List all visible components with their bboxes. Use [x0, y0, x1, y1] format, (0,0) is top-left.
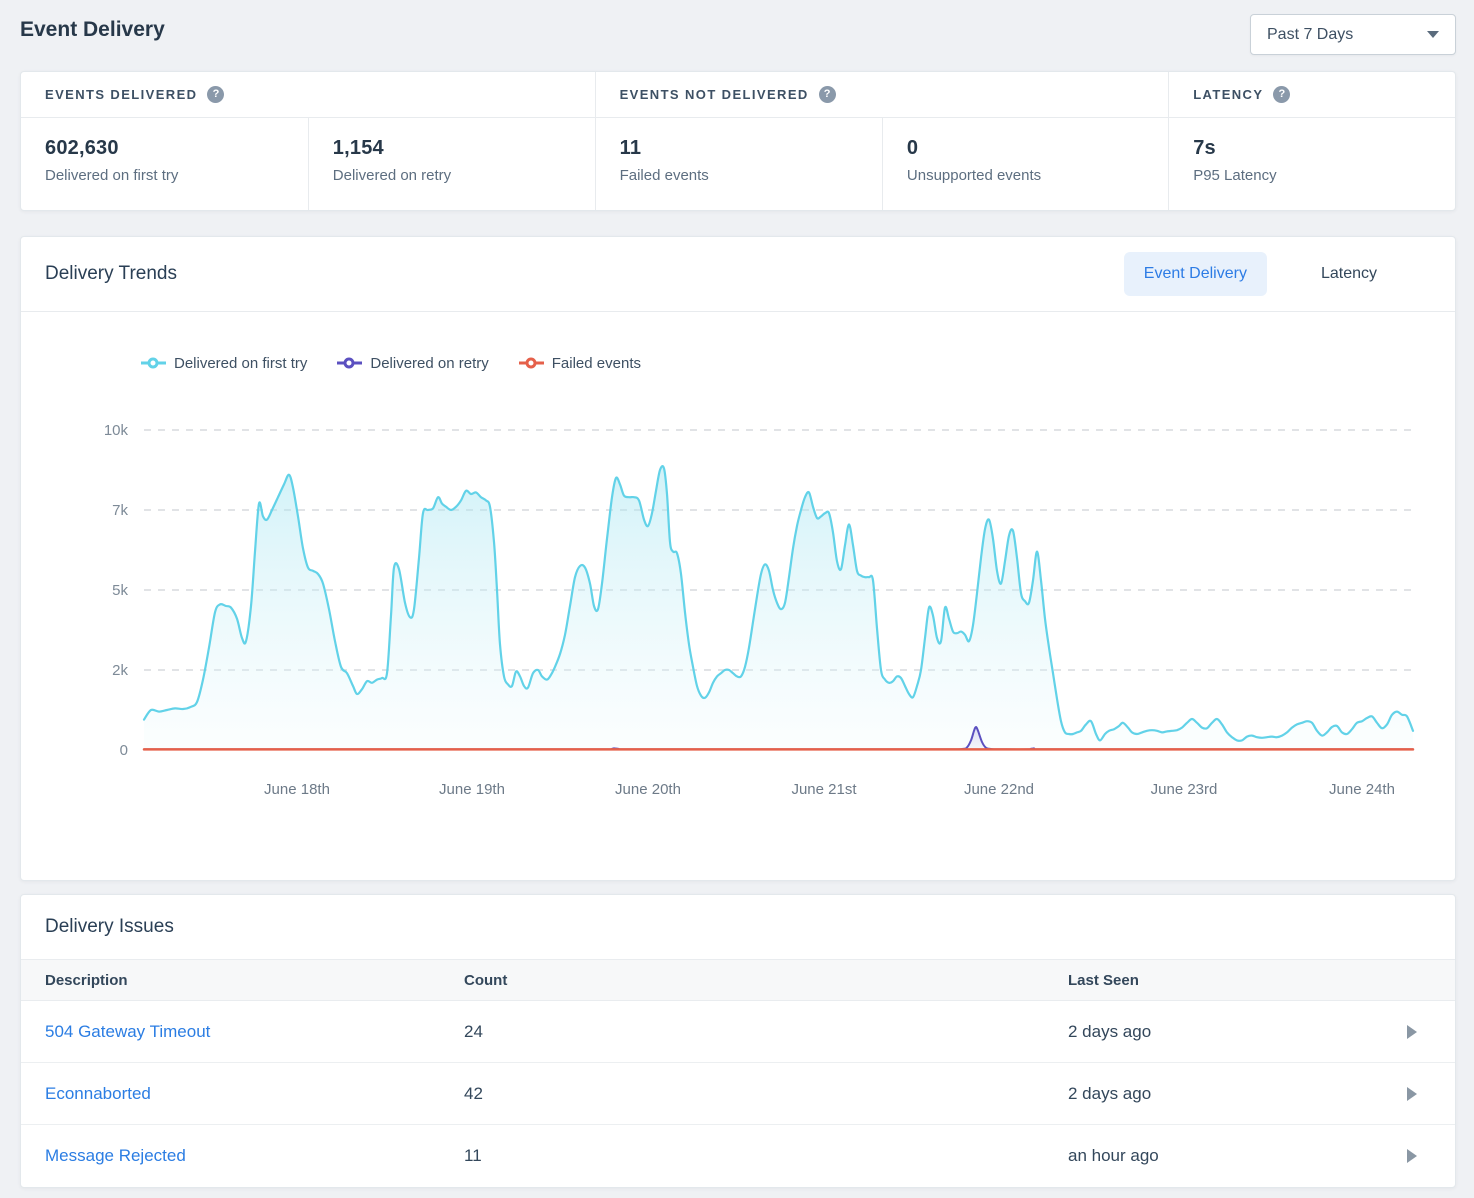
table-row[interactable]: Message Rejected 11 an hour ago — [21, 1125, 1455, 1187]
page-header: Event Delivery Past 7 Days — [20, 0, 1456, 71]
help-icon[interactable]: ? — [207, 86, 224, 103]
svg-text:June 22nd: June 22nd — [964, 781, 1034, 798]
stat-section-events-not-delivered: EVENTS NOT DELIVERED ? 11 Failed events … — [595, 72, 1169, 210]
stats-card: EVENTS DELIVERED ? 602,630 Delivered on … — [20, 71, 1456, 211]
svg-text:7k: 7k — [112, 502, 128, 519]
stat-label: EVENTS DELIVERED — [45, 87, 197, 102]
legend-marker-icon — [337, 357, 362, 369]
stat-section-events-delivered: EVENTS DELIVERED ? 602,630 Delivered on … — [21, 72, 595, 210]
issue-count: 11 — [464, 1146, 1068, 1166]
chevron-down-icon — [1427, 31, 1439, 38]
stat-section-latency: LATENCY ? 7s P95 Latency — [1168, 72, 1455, 210]
stat-caption: Delivered on retry — [333, 167, 595, 184]
legend-item[interactable]: Failed events — [519, 355, 641, 372]
issues-title: Delivery Issues — [45, 916, 174, 938]
legend-item[interactable]: Delivered on retry — [337, 355, 488, 372]
chevron-right-icon[interactable] — [1407, 1025, 1417, 1039]
chevron-right-icon[interactable] — [1407, 1087, 1417, 1101]
chevron-right-icon[interactable] — [1407, 1149, 1417, 1163]
column-header-description: Description — [45, 972, 464, 989]
stat-cell: 0 Unsupported events — [882, 118, 1168, 210]
stat-cell: 1,154 Delivered on retry — [308, 118, 595, 210]
stat-caption: P95 Latency — [1193, 167, 1455, 184]
delivery-trends-card: Delivery Trends Event Delivery Latency D… — [20, 236, 1456, 881]
issue-count: 42 — [464, 1084, 1068, 1104]
stat-caption: Unsupported events — [907, 167, 1168, 184]
legend-marker-icon — [519, 357, 544, 369]
issue-link[interactable]: Message Rejected — [45, 1146, 186, 1165]
issue-last-seen: 2 days ago — [1068, 1022, 1151, 1042]
issue-last-seen: 2 days ago — [1068, 1084, 1151, 1104]
svg-text:June 19th: June 19th — [439, 781, 505, 798]
stat-value: 7s — [1193, 137, 1455, 160]
issue-link[interactable]: 504 Gateway Timeout — [45, 1022, 210, 1041]
column-header-last-seen: Last Seen — [1068, 972, 1455, 989]
svg-text:June 23rd: June 23rd — [1151, 781, 1218, 798]
issue-link[interactable]: Econnaborted — [45, 1084, 151, 1103]
table-row[interactable]: 504 Gateway Timeout 24 2 days ago — [21, 1001, 1455, 1063]
stat-cell: 11 Failed events — [596, 118, 882, 210]
svg-text:June 21st: June 21st — [791, 781, 857, 798]
legend-label: Delivered on retry — [370, 355, 488, 372]
issue-count: 24 — [464, 1022, 1068, 1042]
stat-caption: Delivered on first try — [45, 167, 308, 184]
stat-label: EVENTS NOT DELIVERED — [620, 87, 809, 102]
svg-text:5k: 5k — [112, 582, 128, 599]
svg-text:June 20th: June 20th — [615, 781, 681, 798]
table-row[interactable]: Econnaborted 42 2 days ago — [21, 1063, 1455, 1125]
stat-value: 602,630 — [45, 137, 308, 160]
legend-label: Delivered on first try — [174, 355, 307, 372]
stat-label: LATENCY — [1193, 87, 1263, 102]
svg-text:June 18th: June 18th — [264, 781, 330, 798]
legend-item[interactable]: Delivered on first try — [141, 355, 307, 372]
page-title: Event Delivery — [20, 14, 165, 42]
issue-last-seen: an hour ago — [1068, 1146, 1159, 1166]
stat-value: 1,154 — [333, 137, 595, 160]
time-range-dropdown[interactable]: Past 7 Days — [1250, 14, 1456, 55]
tab-latency[interactable]: Latency — [1267, 252, 1431, 296]
trends-chart-svg: 10k 7k 5k 2k 0 June 18th June 19th June 20th Jun… — [21, 390, 1455, 860]
delivery-issues-card: Delivery Issues Description Count Last S… — [20, 894, 1456, 1188]
issues-table-header: Description Count Last Seen — [21, 959, 1455, 1001]
svg-text:0: 0 — [120, 742, 128, 759]
trends-title: Delivery Trends — [45, 263, 177, 285]
svg-text:2k: 2k — [112, 662, 128, 679]
stat-value: 11 — [620, 137, 882, 160]
svg-text:10k: 10k — [104, 422, 129, 439]
trends-tabs: Event Delivery Latency — [1124, 252, 1431, 296]
help-icon[interactable]: ? — [819, 86, 836, 103]
trends-chart: 10k 7k 5k 2k 0 June 18th June 19th June 20th Jun… — [21, 390, 1455, 880]
tab-event-delivery[interactable]: Event Delivery — [1124, 252, 1267, 296]
stat-cell: 602,630 Delivered on first try — [21, 118, 308, 210]
stat-cell: 7s P95 Latency — [1169, 118, 1455, 210]
column-header-count: Count — [464, 972, 1068, 989]
svg-text:June 24th: June 24th — [1329, 781, 1395, 798]
stat-caption: Failed events — [620, 167, 882, 184]
legend-marker-icon — [141, 357, 166, 369]
legend-label: Failed events — [552, 355, 641, 372]
chart-legend: Delivered on first try Delivered on retry… — [141, 352, 1455, 374]
help-icon[interactable]: ? — [1273, 86, 1290, 103]
time-range-value: Past 7 Days — [1267, 26, 1353, 44]
stat-value: 0 — [907, 137, 1168, 160]
